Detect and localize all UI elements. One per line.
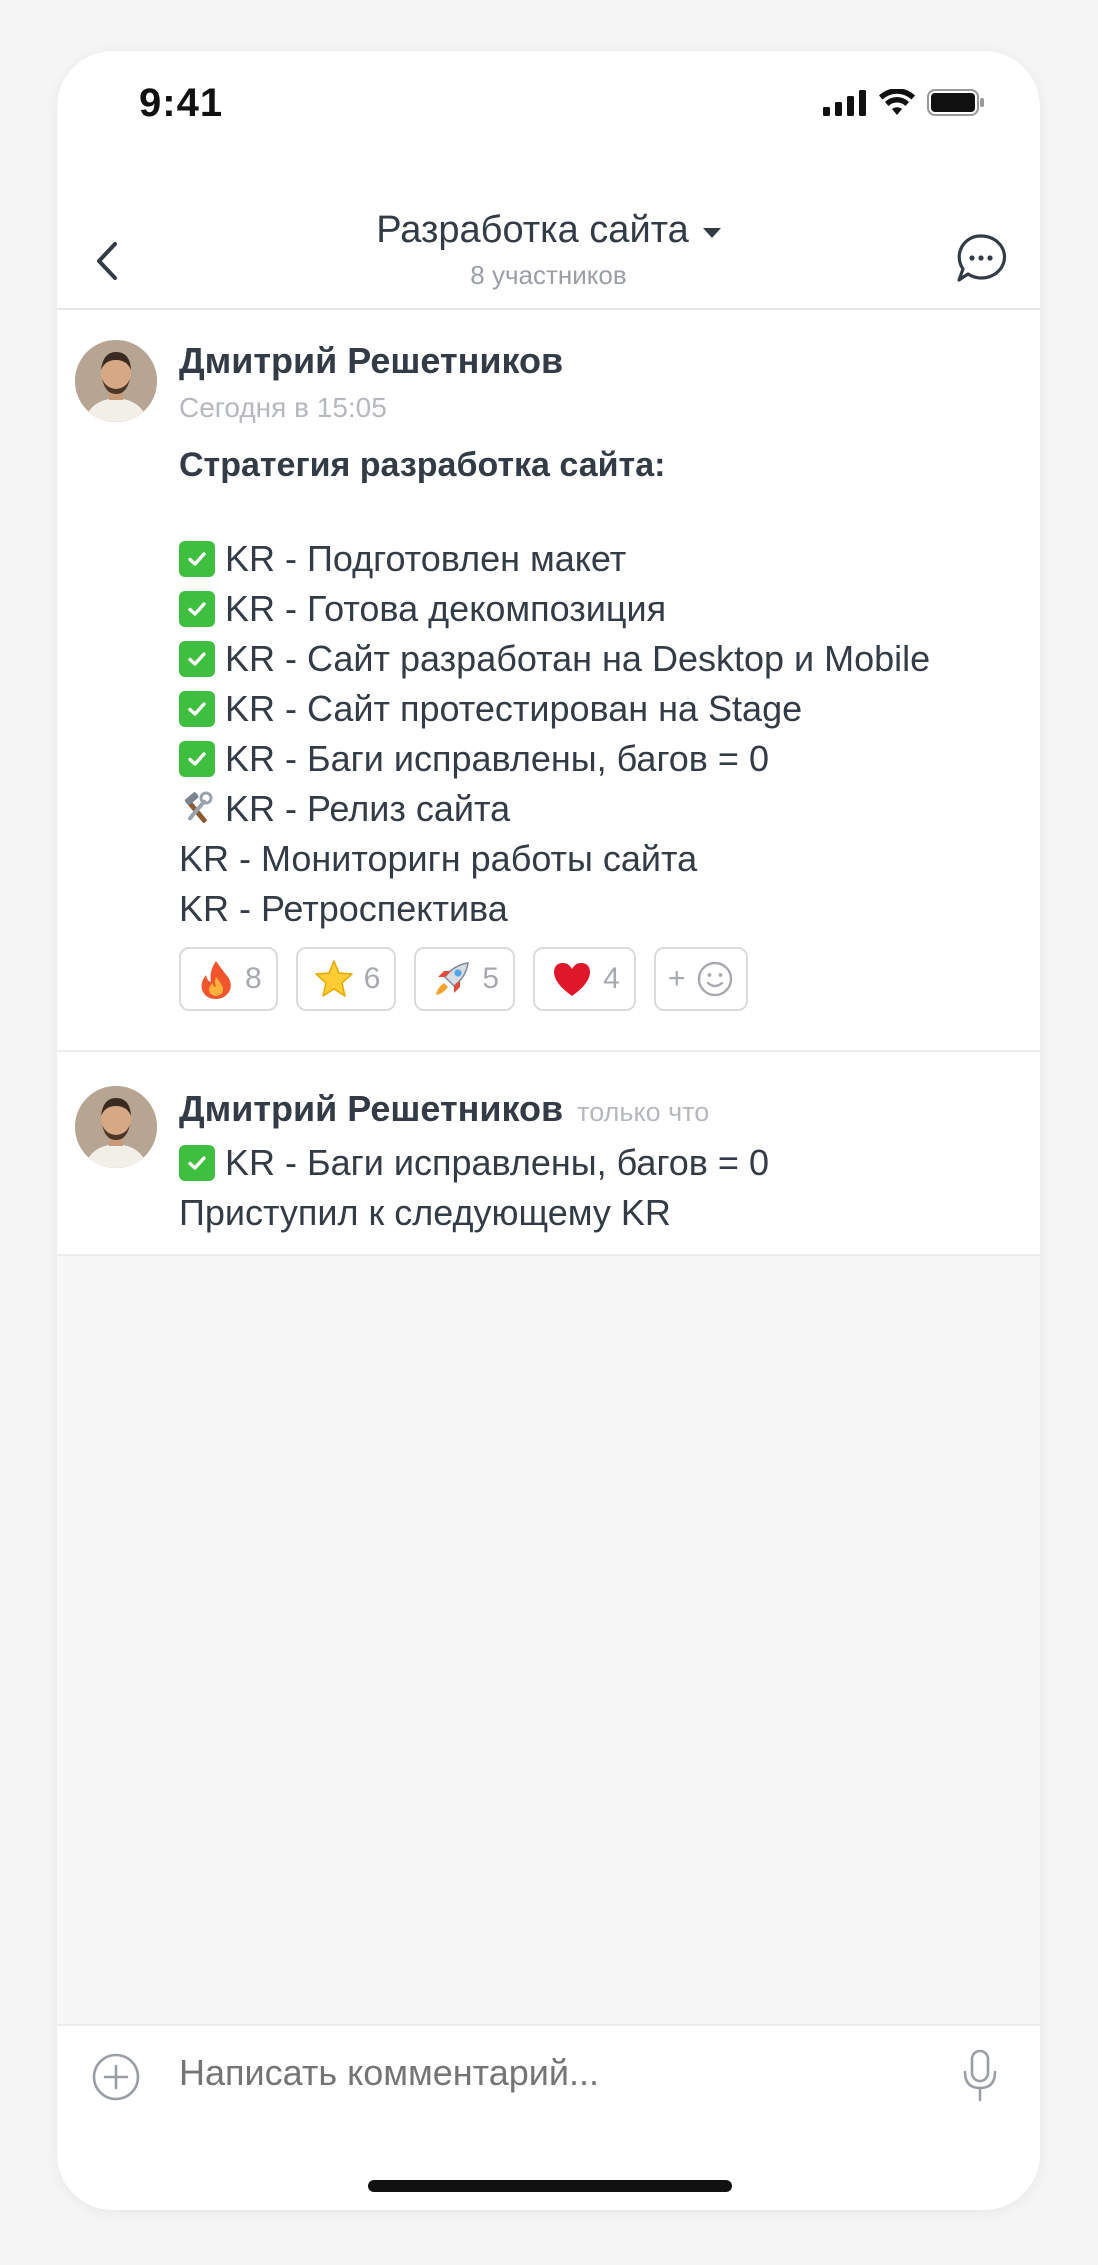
battery-icon — [927, 89, 984, 116]
check-icon — [179, 691, 215, 727]
message-line: KR - Мониторигн работы сайта — [179, 834, 930, 884]
chat-bubble-icon[interactable] — [954, 232, 1008, 286]
participants-count: 8 участников — [470, 260, 627, 290]
microphone-icon[interactable] — [960, 2048, 1000, 2104]
message-line-text: KR - Сайт протестирован на Stage — [225, 688, 803, 729]
avatar[interactable] — [75, 1086, 157, 1168]
message-author[interactable]: Дмитрий Решетников — [179, 1088, 563, 1129]
rocket-icon — [436, 962, 470, 995]
reaction-count: 8 — [245, 962, 262, 995]
message-line-text: KR - Релиз сайта — [225, 788, 511, 829]
message-line: KR - Сайт разработан на Desktop и Mobile — [179, 634, 930, 684]
message-line: KR - Релиз сайта — [179, 784, 930, 834]
message-time: только что — [577, 1097, 710, 1127]
message-line: KR - Баги исправлены, багов = 0 — [179, 734, 930, 784]
avatar[interactable] — [75, 340, 157, 422]
add-attachment-icon[interactable] — [91, 2052, 141, 2102]
message-line-text: KR - Баги исправлены, багов = 0 — [225, 738, 769, 779]
message-line: KR - Ретроспектива — [179, 884, 930, 934]
wifi-icon — [879, 89, 915, 115]
message-line-text: KR - Сайт разработан на Desktop и Mobile — [225, 638, 931, 679]
status-icons — [823, 89, 985, 116]
fire-icon — [201, 961, 231, 999]
chat-title-text: Разработка сайта — [376, 209, 689, 251]
message-line-text: KR - Баги исправлены, багов = 0 — [225, 1142, 769, 1183]
message-time: Сегодня в 15:05 — [179, 392, 387, 423]
chat-title-block[interactable]: Разработка сайта 8 участников — [57, 209, 1040, 291]
star-icon — [314, 960, 353, 997]
message-line: KR - Готова декомпозиция — [179, 584, 930, 634]
message-line-text: Приступил к следующему KR — [179, 1192, 671, 1233]
message-author[interactable]: Дмитрий Решетников — [179, 340, 563, 382]
message-line: KR - Сайт протестирован на Stage — [179, 684, 930, 734]
check-icon — [179, 591, 215, 627]
tools-icon — [184, 791, 213, 823]
reaction-heart[interactable]: 4 — [533, 947, 636, 1011]
reaction-count: 5 — [482, 962, 500, 995]
smiley-icon — [697, 961, 732, 997]
message-body: KR - Баги исправлены, багов = 0 Приступи… — [179, 1138, 769, 1238]
status-time: 9:41 — [139, 81, 224, 125]
message-feed[interactable]: Дмитрий Решетников Сегодня в 15:05 Страт… — [57, 310, 1040, 2082]
chat-title[interactable]: Разработка сайта — [376, 209, 721, 252]
message-line-text: KR - Мониторигн работы сайта — [179, 838, 698, 879]
status-bar: 9:41 — [57, 51, 1040, 161]
message-line: Приступил к следующему KR — [179, 1188, 769, 1238]
message-item: Дмитрий Решетников Сегодня в 15:05 Страт… — [57, 310, 1040, 1052]
phone-screen: 9:41 Разработка сайта 8 участников Дмитр… — [57, 51, 1040, 2210]
check-icon — [179, 741, 215, 777]
message-author-line: Дмитрий Решетников только что — [179, 1088, 709, 1130]
reaction-fire[interactable]: 8 — [179, 947, 278, 1011]
add-reaction-button[interactable]: + — [653, 947, 748, 1011]
check-icon — [179, 641, 215, 677]
message-heading: Стратегия разработка сайта: — [179, 446, 666, 484]
add-reaction-plus: + — [667, 962, 686, 995]
message-line: KR - Подготовлен макет — [179, 534, 930, 584]
heart-icon — [554, 963, 591, 996]
message-line-text: KR - Подготовлен макет — [225, 538, 627, 579]
message-line-text: KR - Готова декомпозиция — [225, 588, 667, 629]
signal-icon — [823, 90, 866, 116]
home-indicator — [368, 2180, 732, 2192]
check-icon — [179, 541, 215, 577]
reaction-star[interactable]: 6 — [295, 947, 397, 1011]
reaction-count: 4 — [603, 962, 620, 995]
message-line-text: KR - Ретроспектива — [179, 888, 508, 929]
comment-input[interactable] — [179, 2052, 879, 2094]
reactions-bar: 8 6 5 4 + — [179, 947, 748, 1011]
reaction-rocket[interactable]: 5 — [414, 947, 516, 1011]
message-item: Дмитрий Решетников только что KR - Баги и… — [57, 1052, 1040, 1256]
message-line: KR - Баги исправлены, багов = 0 — [179, 1138, 769, 1188]
message-body: KR - Подготовлен макет KR - Готова деком… — [179, 534, 930, 934]
comment-composer — [57, 2024, 1040, 2210]
chat-header: Разработка сайта 8 участников — [57, 161, 1040, 310]
check-icon — [179, 1145, 215, 1181]
caret-down-icon — [702, 227, 721, 238]
reaction-count: 6 — [363, 962, 381, 995]
